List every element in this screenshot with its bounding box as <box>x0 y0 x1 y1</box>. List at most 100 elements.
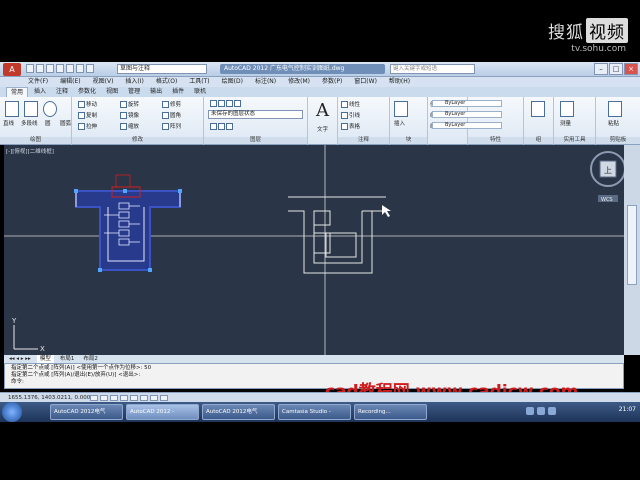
lock-icon[interactable] <box>234 100 241 107</box>
snap-icon[interactable] <box>90 395 98 401</box>
scale-button[interactable]: 缩放 <box>120 122 139 130</box>
network-icon[interactable] <box>526 407 534 415</box>
leader-button[interactable]: 引线 <box>341 111 360 119</box>
ducs-icon[interactable] <box>150 395 158 401</box>
save-as-icon[interactable] <box>56 64 64 73</box>
flag-icon[interactable] <box>548 407 556 415</box>
clock[interactable]: 21:07 <box>619 406 636 413</box>
drawing-canvas[interactable]: [-][俯视][二维线框] Y X 上 WCS <box>4 145 624 355</box>
multiline-text-icon[interactable]: A <box>316 100 329 121</box>
task-camtasia[interactable]: Camtasia Studio - <box>278 404 351 420</box>
tab-output[interactable]: 输出 <box>146 87 166 97</box>
tab-annotate[interactable]: 注释 <box>52 87 72 97</box>
stretch-button[interactable]: 拉伸 <box>78 122 97 130</box>
draw-line-label: 直线 <box>3 121 15 127</box>
system-tray <box>526 407 556 415</box>
menu-insert[interactable]: 插入(I) <box>125 77 143 87</box>
tab-insert[interactable]: 插入 <box>30 87 50 97</box>
layer-isolate-icon[interactable] <box>218 123 225 130</box>
lightbulb-icon[interactable] <box>218 100 225 107</box>
tab-plugins[interactable]: 插件 <box>168 87 188 97</box>
lineweight-select[interactable]: ByLayer <box>432 122 502 129</box>
undo-icon[interactable] <box>76 64 84 73</box>
array-icon <box>162 123 169 130</box>
redo-icon[interactable] <box>86 64 94 73</box>
print-icon[interactable] <box>66 64 74 73</box>
sun-icon[interactable] <box>226 100 233 107</box>
task-recording[interactable]: Recording... <box>354 404 427 420</box>
close-button[interactable]: × <box>624 63 638 75</box>
menu-draw[interactable]: 绘图(D) <box>222 77 243 87</box>
layer-freeze-icon[interactable] <box>226 123 233 130</box>
modify-panel: 移动 旋转 修剪 复制 镜像 圆角 拉伸 缩放 阵列 修改 <box>72 97 204 145</box>
copy-button[interactable]: 复制 <box>78 111 97 119</box>
linear-dimension-button[interactable]: 线性 <box>341 100 360 108</box>
menu-parametric[interactable]: 参数(P) <box>322 77 342 87</box>
grid-icon[interactable] <box>100 395 108 401</box>
tab-online[interactable]: 联机 <box>190 87 210 97</box>
polar-icon[interactable] <box>120 395 128 401</box>
layout-nav-icon[interactable]: ◂◂ ◂ ▸ ▸▸ <box>6 355 34 363</box>
paste-icon[interactable] <box>608 101 622 117</box>
layer-match-icon[interactable] <box>210 123 217 130</box>
polyline-icon[interactable] <box>24 101 38 117</box>
insert-block-icon[interactable] <box>394 101 408 117</box>
menu-format[interactable]: 格式(O) <box>156 77 177 87</box>
fillet-button[interactable]: 圆角 <box>162 111 181 119</box>
measure-icon[interactable] <box>560 101 574 117</box>
utilities-panel-label: 实用工具 <box>554 137 595 144</box>
layer-properties-icon[interactable] <box>210 100 217 107</box>
menu-window[interactable]: 窗口(W) <box>354 77 377 87</box>
draw-polyline-label: 多段线 <box>21 121 38 127</box>
tab-view[interactable]: 视图 <box>102 87 122 97</box>
tab-parametric[interactable]: 参数化 <box>74 87 100 97</box>
tab-layout2[interactable]: 布局2 <box>80 355 101 363</box>
circle-icon[interactable] <box>43 101 57 117</box>
tab-layout1[interactable]: 布局1 <box>57 355 78 363</box>
vertical-scrollbar[interactable] <box>624 145 640 355</box>
layout-tabs: ◂◂ ◂ ▸ ▸▸ 模型 布局1 布局2 <box>4 355 624 363</box>
mirror-button[interactable]: 镜像 <box>120 111 139 119</box>
move-button[interactable]: 移动 <box>78 100 97 108</box>
menu-file[interactable]: 文件(F) <box>28 77 48 87</box>
scroll-thumb[interactable] <box>627 205 637 285</box>
new-icon[interactable] <box>26 64 34 73</box>
workspace-select[interactable]: 草图与注释 <box>117 64 207 74</box>
menu-modify[interactable]: 修改(M) <box>288 77 310 87</box>
task-autocad-electrical-2[interactable]: AutoCAD 2012电气 <box>202 404 275 420</box>
save-icon[interactable] <box>46 64 54 73</box>
layer-state-select[interactable]: 未保存的图层状态 <box>208 110 303 119</box>
minimize-button[interactable]: – <box>594 63 608 75</box>
menu-help[interactable]: 帮助(H) <box>389 77 410 87</box>
dyn-icon[interactable] <box>160 395 168 401</box>
array-button[interactable]: 阵列 <box>162 122 181 130</box>
tab-model[interactable]: 模型 <box>36 355 54 363</box>
table-button[interactable]: 表格 <box>341 122 360 130</box>
menu-edit[interactable]: 编辑(E) <box>60 77 80 87</box>
group-icon[interactable] <box>531 101 545 117</box>
maximize-button[interactable]: □ <box>609 63 623 75</box>
viewcube[interactable]: 上 WCS <box>590 151 624 203</box>
menu-view[interactable]: 视图(V) <box>93 77 114 87</box>
rotate-button[interactable]: 旋转 <box>120 100 139 108</box>
osnap-icon[interactable] <box>130 395 138 401</box>
tab-manage[interactable]: 管理 <box>124 87 144 97</box>
text-label: 文字 <box>317 127 329 133</box>
help-search-input[interactable]: 键入关键字或短语 <box>390 64 475 74</box>
ortho-icon[interactable] <box>110 395 118 401</box>
menu-dimension[interactable]: 标注(N) <box>255 77 276 87</box>
line-icon[interactable] <box>5 101 19 117</box>
task-autocad-electrical-1[interactable]: AutoCAD 2012电气 <box>50 404 123 420</box>
tab-home[interactable]: 常用 <box>6 87 29 97</box>
linetype-select[interactable]: ByLayer <box>432 111 502 118</box>
start-button[interactable] <box>2 402 22 422</box>
color-select[interactable]: ByLayer <box>432 100 502 107</box>
otrack-icon[interactable] <box>140 395 148 401</box>
menu-tools[interactable]: 工具(T) <box>189 77 209 87</box>
open-icon[interactable] <box>36 64 44 73</box>
groups-panel-label: 组 <box>524 137 553 144</box>
application-menu-button[interactable]: A <box>3 63 21 76</box>
task-autocad-2012[interactable]: AutoCAD 2012 - <box>126 404 199 420</box>
trim-button[interactable]: 修剪 <box>162 100 181 108</box>
volume-icon[interactable] <box>537 407 545 415</box>
